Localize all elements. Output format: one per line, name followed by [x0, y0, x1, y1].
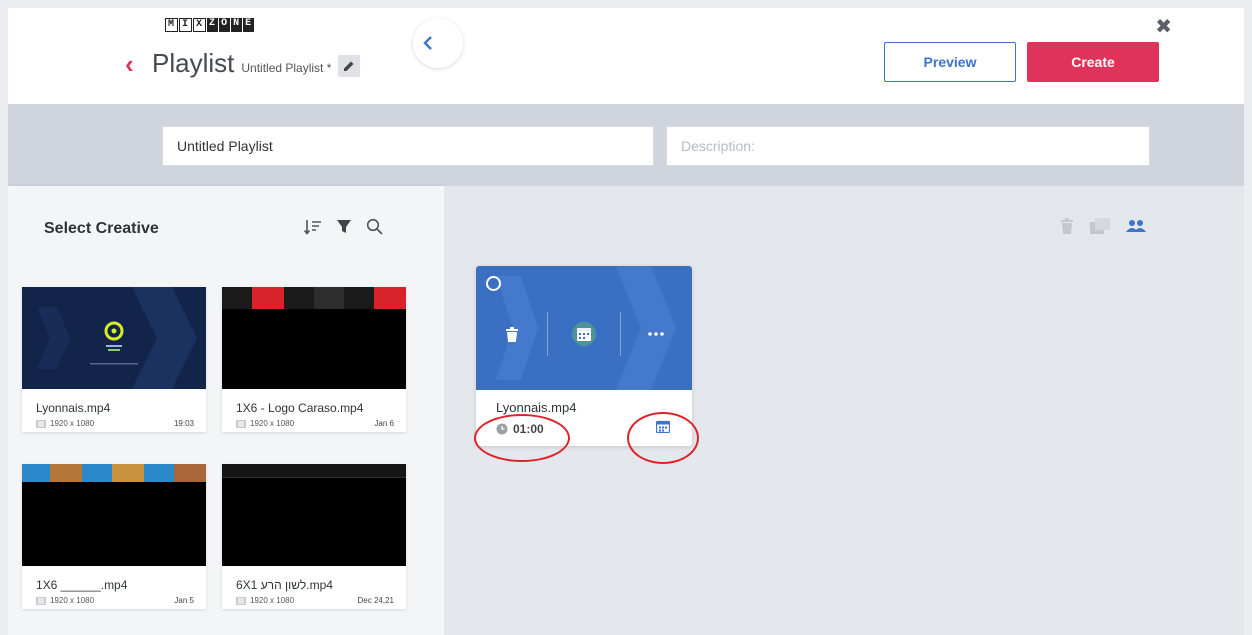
playlist-fields-band: Untitled Playlist Description: — [8, 104, 1244, 186]
resolution-text: 1920 x 1080 — [50, 419, 95, 428]
duplicate-icon[interactable] — [1090, 218, 1110, 234]
users-icon[interactable] — [1126, 219, 1146, 233]
select-radio[interactable] — [486, 276, 501, 291]
select-creative-title: Select Creative — [44, 220, 159, 237]
creative-card[interactable]: Lyonnais.mp4 1920 x 1080 19:03 — [22, 287, 206, 432]
creative-card[interactable]: 6X1 לשון הרע.mp4 1920 x 1080 Dec 24,21 — [222, 464, 406, 609]
creative-resolution: 1920 x 1080 — [236, 419, 294, 428]
playlist-name-subtitle: Untitled Playlist * — [241, 61, 332, 75]
playlist-item-thumbnail — [476, 266, 692, 390]
close-icon[interactable]: ✖ — [1155, 14, 1172, 39]
trash-icon — [505, 326, 518, 342]
schedule-item-button[interactable] — [548, 321, 619, 347]
pencil-icon — [344, 61, 354, 71]
creative-date: Jan 5 — [174, 596, 194, 605]
creative-name: 1X6 ______.mp4 — [36, 578, 128, 592]
creative-date: Jan 6 — [374, 419, 394, 428]
film-icon — [36, 419, 46, 428]
creative-resolution: 1920 x 1080 — [36, 596, 94, 605]
preview-button[interactable]: Preview — [884, 42, 1016, 82]
collapse-panel-button[interactable] — [413, 18, 463, 68]
film-icon — [236, 419, 246, 428]
filter-icon[interactable] — [336, 219, 352, 235]
create-button[interactable]: Create — [1027, 42, 1159, 82]
film-icon — [236, 596, 246, 605]
creative-thumbnail — [22, 464, 206, 566]
delete-item-button[interactable] — [476, 326, 547, 342]
creative-card[interactable]: 1X6 - Logo Caraso.mp4 1920 x 1080 Jan 6 — [222, 287, 406, 432]
playlist-item-name: Lyonnais.mp4 — [496, 400, 577, 415]
creative-thumbnail — [222, 287, 406, 389]
resolution-text: 1920 x 1080 — [250, 419, 295, 428]
creative-resolution: 1920 x 1080 — [36, 419, 94, 428]
creative-date: Dec 24,21 — [357, 596, 394, 605]
search-icon[interactable] — [366, 218, 383, 235]
page-title-text: Playlist — [152, 48, 235, 78]
creative-name: 6X1 לשון הרע.mp4 — [236, 578, 333, 592]
more-options-button[interactable] — [621, 332, 692, 336]
highlight-ring-duration — [474, 414, 570, 462]
creative-resolution: 1920 x 1080 — [236, 596, 294, 605]
highlight-ring-calendar — [627, 412, 699, 464]
playlist-area: Lyonnais.mp4 01:00 — [444, 186, 1244, 635]
creative-date: 19:03 — [173, 419, 194, 428]
creative-name: Lyonnais.mp4 — [36, 401, 111, 415]
sort-icon[interactable] — [304, 219, 322, 235]
edit-title-button[interactable] — [338, 55, 361, 77]
calendar-icon — [572, 322, 596, 346]
creative-library-panel: Select Creative Lyonnais.mp4 1920 x 1080… — [8, 186, 444, 635]
trash-icon[interactable] — [1060, 218, 1074, 234]
film-icon — [36, 596, 46, 605]
more-icon — [648, 332, 665, 336]
resolution-text: 1920 x 1080 — [250, 596, 295, 605]
chevron-left-icon — [423, 36, 432, 50]
playlist-name-field[interactable]: Untitled Playlist — [162, 126, 654, 166]
creative-name: 1X6 - Logo Caraso.mp4 — [236, 401, 364, 415]
creative-thumbnail — [222, 464, 406, 566]
resolution-text: 1920 x 1080 — [50, 596, 95, 605]
mixzone-logo: MIXZONE — [165, 18, 255, 33]
back-chevron-icon[interactable]: ‹ — [125, 51, 134, 77]
creative-card[interactable]: 1X6 ______.mp4 1920 x 1080 Jan 5 — [22, 464, 206, 609]
description-field[interactable]: Description: — [666, 126, 1150, 166]
page-title: Playlist Untitled Playlist * — [152, 48, 361, 79]
creative-thumbnail — [22, 287, 206, 389]
